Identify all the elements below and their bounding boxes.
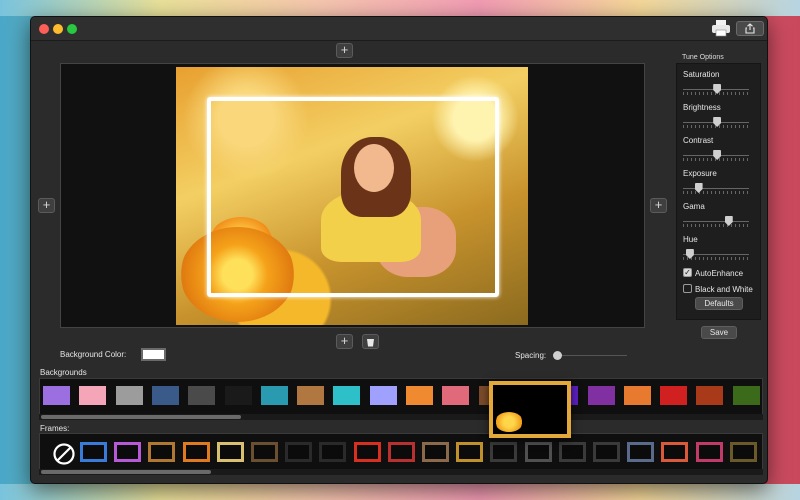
spacing-slider-track[interactable] — [562, 355, 627, 356]
background-color-label: Background Color: — [60, 350, 127, 359]
frame-thumbnail[interactable] — [422, 442, 449, 462]
no-frame-icon[interactable] — [52, 442, 76, 466]
background-thumbnail[interactable] — [297, 386, 325, 405]
frame-thumbnail[interactable] — [661, 442, 689, 462]
background-thumbnail[interactable] — [623, 386, 651, 405]
frame-thumbnail[interactable] — [182, 442, 210, 462]
add-top-button[interactable]: + — [336, 43, 353, 58]
gama-slider-ticks — [683, 224, 749, 227]
frame-thumbnail[interactable] — [114, 442, 142, 462]
share-icon — [745, 23, 755, 34]
close-window-button[interactable] — [39, 24, 49, 34]
zoom-window-button[interactable] — [67, 24, 77, 34]
wallpaper-bottom — [0, 484, 800, 500]
background-thumbnail[interactable] — [115, 386, 143, 405]
gama-slider-track[interactable] — [683, 221, 749, 222]
background-thumbnail[interactable] — [151, 386, 179, 405]
background-color-well[interactable] — [141, 348, 166, 361]
frame-thumbnail[interactable] — [524, 442, 552, 462]
background-thumbnail[interactable] — [260, 386, 288, 405]
frame-thumbnail[interactable] — [490, 442, 518, 462]
backgrounds-scroll-thumb[interactable] — [41, 415, 241, 419]
frame-thumbnail[interactable] — [353, 442, 381, 462]
black-and-white-checkbox[interactable] — [683, 284, 692, 293]
frame-thumbnail[interactable] — [251, 442, 278, 462]
background-thumbnail[interactable] — [696, 386, 724, 405]
brightness-label: Brightness — [683, 103, 721, 112]
background-thumbnail[interactable] — [442, 386, 470, 405]
framed-photo[interactable] — [176, 67, 528, 325]
background-thumbnail[interactable] — [369, 386, 397, 405]
frame-thumbnail[interactable] — [695, 442, 723, 462]
auto-enhance-checkbox[interactable]: ✓ — [683, 268, 692, 277]
gama-label: Gama — [683, 202, 705, 211]
black-and-white-label: Black and White — [695, 285, 753, 294]
tune-options-panel: Saturation Brightness Contrast Exposure Gama… — [676, 63, 761, 320]
printer-icon[interactable] — [711, 19, 731, 37]
delete-button[interactable] — [362, 334, 379, 349]
background-thumbnail[interactable] — [333, 386, 361, 405]
background-thumbnail[interactable] — [587, 386, 615, 405]
wallpaper-top — [0, 0, 800, 16]
frame-thumbnail[interactable] — [148, 442, 176, 462]
hue-label: Hue — [683, 235, 698, 244]
frame-thumbnail[interactable] — [80, 442, 107, 462]
exposure-label: Exposure — [683, 169, 717, 178]
background-thumbnail[interactable] — [406, 386, 433, 405]
frame-thumbnail[interactable] — [387, 442, 415, 462]
auto-enhance-label: AutoEnhance — [695, 269, 744, 278]
background-thumbnail[interactable] — [732, 386, 760, 405]
preview-flower — [495, 412, 523, 432]
share-button[interactable] — [736, 21, 764, 36]
add-right-button[interactable]: + — [650, 198, 667, 213]
photo-canvas[interactable] — [60, 63, 645, 328]
exposure-slider-track[interactable] — [683, 188, 749, 189]
spacing-slider-thumb[interactable] — [553, 351, 562, 360]
frame-thumbnail[interactable] — [593, 442, 620, 462]
tune-options-title: Tune Options — [682, 54, 724, 61]
frame-thumbnail[interactable] — [285, 442, 313, 462]
save-button[interactable]: Save — [701, 326, 737, 339]
spacing-label: Spacing: — [515, 351, 547, 360]
frame-thumbnail[interactable] — [319, 442, 347, 462]
contrast-label: Contrast — [683, 136, 714, 145]
background-thumbnail[interactable] — [79, 386, 107, 405]
background-thumbnail[interactable] — [43, 386, 70, 405]
frame-thumbnail[interactable] — [729, 442, 757, 462]
frames-scrollbar[interactable] — [39, 469, 763, 475]
add-left-button[interactable]: + — [38, 198, 55, 213]
title-bar — [31, 17, 767, 41]
photo-white-frame — [207, 97, 499, 297]
app-window: + + + + Tune Options Saturation Brightnes… — [30, 16, 768, 484]
defaults-button[interactable]: Defaults — [695, 297, 743, 310]
frame-thumbnail[interactable] — [216, 442, 244, 462]
frame-thumbnail[interactable] — [456, 442, 484, 462]
add-bottom-button[interactable]: + — [336, 334, 353, 349]
background-thumbnail[interactable] — [660, 386, 688, 405]
frames-scroll-thumb[interactable] — [41, 470, 211, 474]
frame-thumbnail[interactable] — [627, 442, 655, 462]
dragged-frame-preview[interactable] — [489, 381, 571, 438]
backgrounds-label: Backgrounds — [40, 368, 87, 377]
minimize-window-button[interactable] — [53, 24, 63, 34]
exposure-slider-ticks — [683, 191, 749, 194]
frames-label: Frames: — [40, 424, 70, 433]
trash-icon — [367, 339, 374, 347]
frame-thumbnail[interactable] — [558, 442, 586, 462]
saturation-label: Saturation — [683, 70, 720, 79]
background-thumbnail[interactable] — [224, 386, 252, 405]
backgrounds-scrollbar[interactable] — [39, 414, 763, 420]
hue-slider-ticks — [683, 257, 749, 260]
background-thumbnail[interactable] — [188, 386, 216, 405]
